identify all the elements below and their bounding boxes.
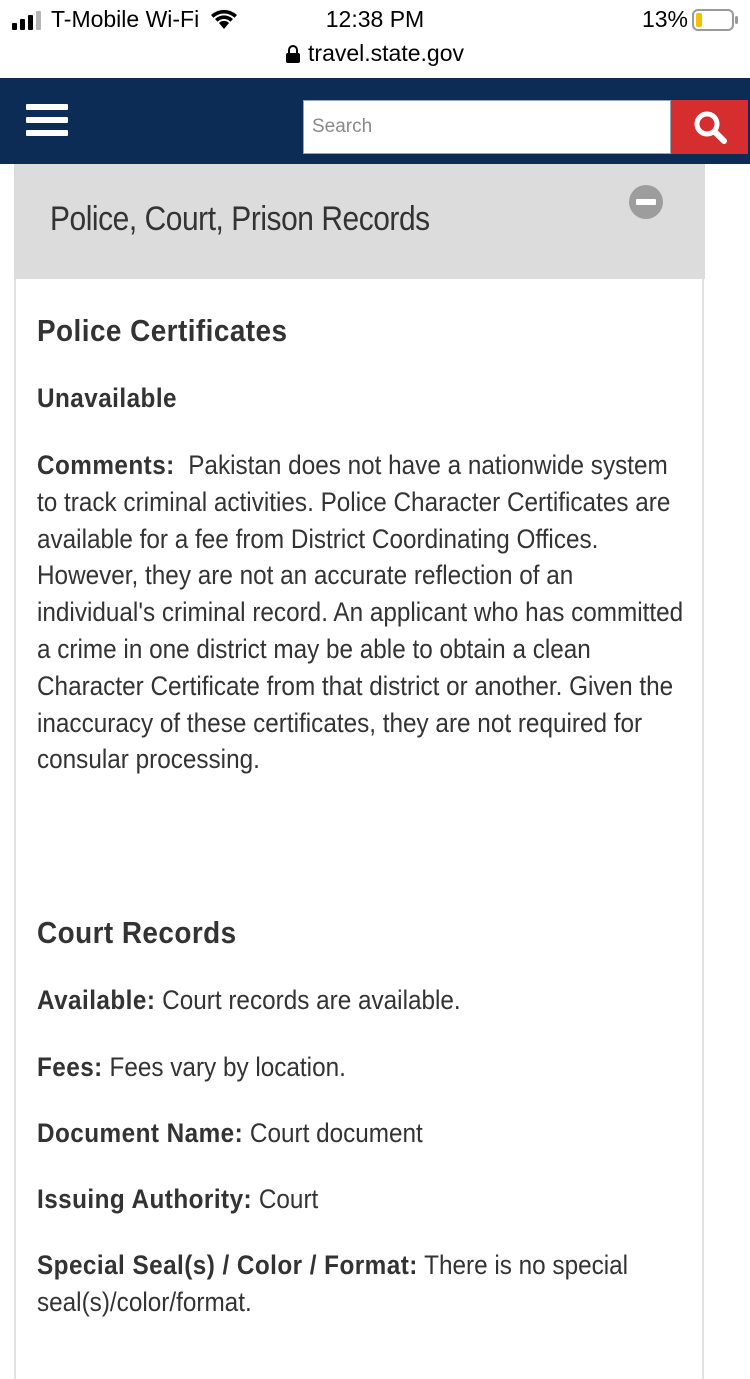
hamburger-menu-button[interactable] (26, 104, 68, 140)
field-value: Fees vary by location. (109, 1052, 346, 1082)
court-field-issuing-authority: Issuing Authority: Court (37, 1181, 350, 1218)
field-value: Court (258, 1184, 319, 1214)
status-bar: T-Mobile Wi-Fi 12:38 PM travel.state.gov… (0, 0, 750, 78)
battery-icon (692, 8, 738, 31)
search-input[interactable] (303, 100, 671, 154)
court-field-special-seal: Special Seal(s) / Color / Format: There … (37, 1247, 667, 1321)
police-status: Unavailable (37, 383, 178, 413)
battery-percent: 13% (641, 6, 688, 32)
court-field-available: Available: Court records are available. (37, 982, 508, 1019)
menu-bar-icon (26, 130, 68, 136)
field-label: Available: (37, 985, 156, 1015)
field-label: Issuing Authority: (37, 1184, 253, 1214)
field-value: Court document (249, 1118, 423, 1148)
court-field-document-name: Document Name: Court document (37, 1115, 466, 1152)
field-value: Court records are available. (162, 985, 461, 1015)
menu-bar-icon (26, 104, 68, 110)
court-records-heading: Court Records (37, 915, 237, 950)
accordion-title: Police, Court, Prison Records (50, 200, 430, 238)
clock: 12:38 PM (325, 6, 425, 32)
accordion-header[interactable]: Police, Court, Prison Records (14, 164, 705, 279)
field-label: Document Name: (37, 1118, 244, 1148)
lock-icon (286, 44, 301, 63)
site-header (0, 78, 750, 164)
comments-label: Comments: (37, 450, 175, 480)
search-button[interactable] (671, 100, 748, 154)
comments-text: Pakistan does not have a nationwide syst… (37, 450, 684, 775)
collapse-minus-icon[interactable] (628, 184, 664, 220)
field-label: Special Seal(s) / Color / Format: (37, 1250, 418, 1280)
police-comments: Comments: Pakistan does not have a natio… (37, 447, 694, 778)
url-text: travel.state.gov (308, 40, 464, 66)
accordion-body: Police Certificates Unavailable Comments… (14, 279, 704, 1379)
menu-bar-icon (26, 117, 68, 123)
search-icon (694, 111, 727, 144)
field-label: Fees: (37, 1052, 103, 1082)
battery-info: 13% (642, 6, 738, 33)
address-bar[interactable]: travel.state.gov (0, 40, 750, 67)
court-field-fees: Fees: Fees vary by location. (37, 1049, 380, 1086)
police-certificates-heading: Police Certificates (37, 313, 288, 348)
